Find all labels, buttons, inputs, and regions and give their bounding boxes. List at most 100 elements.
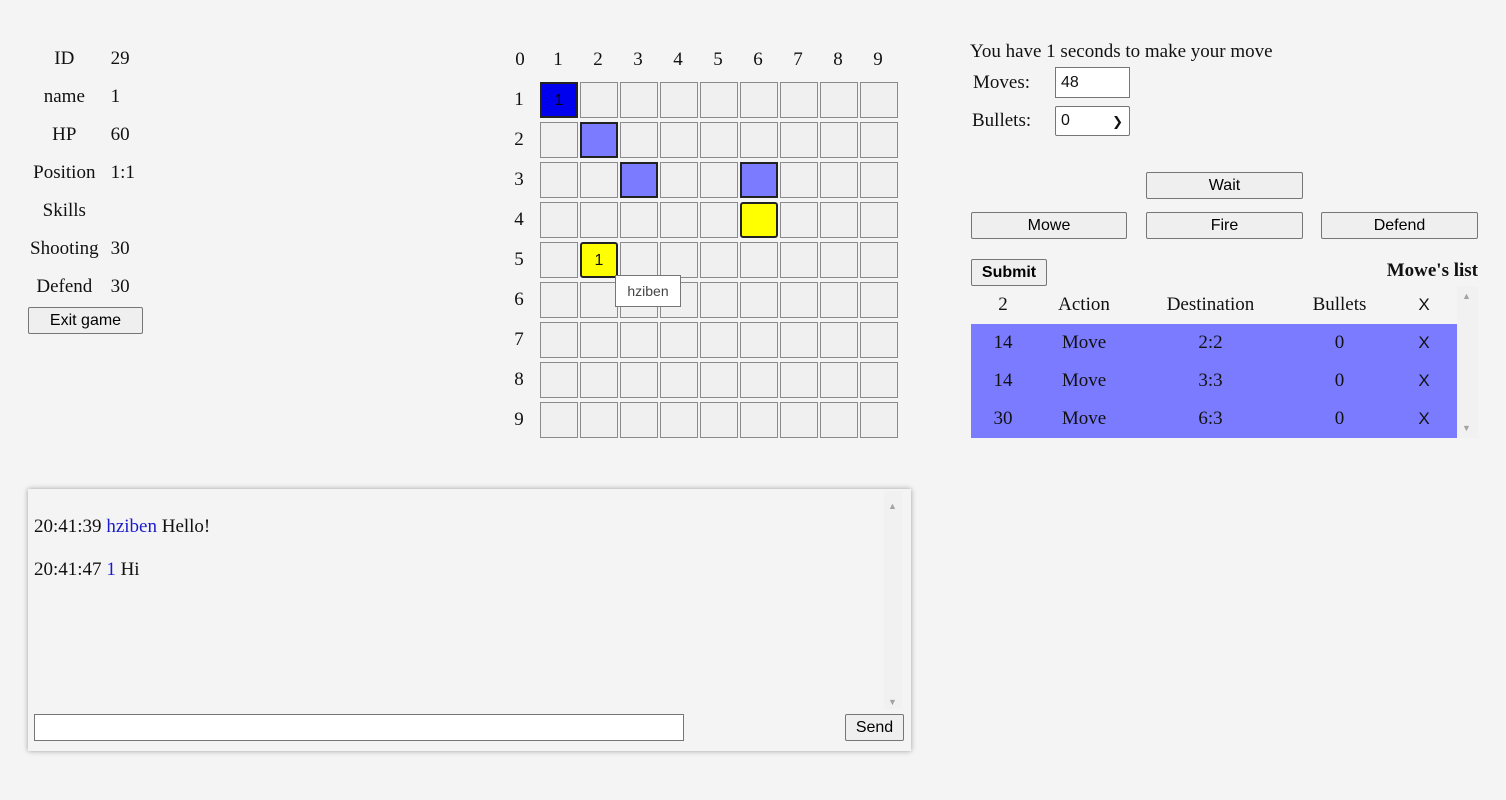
- board-cell[interactable]: [860, 82, 898, 118]
- board-cell[interactable]: [660, 82, 698, 118]
- board-cell[interactable]: [580, 202, 618, 238]
- board-cell[interactable]: [660, 122, 698, 158]
- board-cell[interactable]: [780, 162, 818, 198]
- board-cell[interactable]: [820, 282, 858, 318]
- board-cell[interactable]: [740, 322, 778, 358]
- chat-scrollbar[interactable]: ▲ ▼: [884, 491, 902, 709]
- board-cell[interactable]: [780, 322, 818, 358]
- board-cell[interactable]: [580, 402, 618, 438]
- board-cell[interactable]: [860, 122, 898, 158]
- board-cell[interactable]: [620, 362, 658, 398]
- board-cell-self[interactable]: 1: [540, 82, 578, 118]
- send-button[interactable]: Send: [845, 714, 904, 741]
- board-cell[interactable]: [580, 362, 618, 398]
- board-cell[interactable]: [620, 122, 658, 158]
- board-cell[interactable]: [540, 162, 578, 198]
- board-cell[interactable]: [620, 242, 658, 278]
- defend-button[interactable]: Defend: [1321, 212, 1478, 239]
- board-cell[interactable]: [700, 402, 738, 438]
- move-button[interactable]: Mowe: [971, 212, 1127, 239]
- board-cell[interactable]: [580, 82, 618, 118]
- board-cell[interactable]: [700, 202, 738, 238]
- board-cell[interactable]: [620, 402, 658, 438]
- board-cell[interactable]: [660, 362, 698, 398]
- board-cell[interactable]: [860, 402, 898, 438]
- board-cell[interactable]: [860, 242, 898, 278]
- board-cell-enemy[interactable]: 1: [580, 242, 618, 278]
- clear-all-button[interactable]: X: [1391, 286, 1457, 324]
- board-cell[interactable]: [620, 202, 658, 238]
- board-cell-path[interactable]: [580, 122, 618, 158]
- board-cell[interactable]: [780, 242, 818, 278]
- board-cell[interactable]: [540, 282, 578, 318]
- board-cell[interactable]: [580, 162, 618, 198]
- board-cell[interactable]: [860, 202, 898, 238]
- board-cell[interactable]: [780, 82, 818, 118]
- board-cell-path[interactable]: [740, 162, 778, 198]
- board-cell[interactable]: [540, 122, 578, 158]
- board-cell[interactable]: [820, 162, 858, 198]
- scroll-down-icon[interactable]: ▼: [1462, 423, 1471, 433]
- scroll-up-icon[interactable]: ▲: [888, 501, 897, 511]
- board-cell[interactable]: [540, 202, 578, 238]
- board-cell[interactable]: [700, 282, 738, 318]
- board-cell[interactable]: [540, 362, 578, 398]
- board-cell[interactable]: [740, 362, 778, 398]
- board-cell[interactable]: [820, 82, 858, 118]
- board-cell[interactable]: [540, 322, 578, 358]
- board-cell[interactable]: [700, 162, 738, 198]
- remove-move-button[interactable]: X: [1391, 362, 1457, 400]
- board-cell[interactable]: [740, 82, 778, 118]
- board-cell-enemy[interactable]: [740, 202, 778, 238]
- board-cell[interactable]: [820, 202, 858, 238]
- board-cell[interactable]: [540, 242, 578, 278]
- board-cell-path[interactable]: [620, 162, 658, 198]
- scroll-down-icon[interactable]: ▼: [888, 697, 897, 707]
- board-cell[interactable]: [780, 402, 818, 438]
- submit-button[interactable]: Submit: [971, 259, 1047, 286]
- board-cell[interactable]: [660, 242, 698, 278]
- moves-input[interactable]: 48: [1055, 67, 1130, 98]
- remove-move-button[interactable]: X: [1391, 324, 1457, 362]
- board-cell[interactable]: [780, 202, 818, 238]
- board-cell[interactable]: [660, 162, 698, 198]
- board-cell[interactable]: [660, 202, 698, 238]
- board-cell[interactable]: [700, 122, 738, 158]
- board-cell[interactable]: [700, 242, 738, 278]
- wait-button[interactable]: Wait: [1146, 172, 1303, 199]
- board-cell[interactable]: [580, 282, 618, 318]
- board-cell[interactable]: [700, 82, 738, 118]
- board-cell[interactable]: [540, 402, 578, 438]
- message-user[interactable]: 1: [106, 559, 116, 580]
- board-cell[interactable]: [820, 362, 858, 398]
- chat-input[interactable]: [34, 714, 684, 741]
- board-cell[interactable]: [860, 362, 898, 398]
- fire-button[interactable]: Fire: [1146, 212, 1303, 239]
- board-cell[interactable]: [700, 362, 738, 398]
- board-cell[interactable]: [860, 282, 898, 318]
- remove-move-button[interactable]: X: [1391, 400, 1457, 438]
- board-cell[interactable]: [740, 122, 778, 158]
- board-cell[interactable]: [860, 322, 898, 358]
- board-cell[interactable]: [740, 242, 778, 278]
- board-cell[interactable]: [820, 122, 858, 158]
- board-cell[interactable]: [860, 162, 898, 198]
- bullets-select[interactable]: 0 ❯: [1055, 106, 1130, 136]
- board-cell[interactable]: [700, 322, 738, 358]
- board-cell[interactable]: [660, 322, 698, 358]
- message-user[interactable]: hziben: [106, 516, 157, 537]
- scroll-up-icon[interactable]: ▲: [1462, 291, 1471, 301]
- board-cell[interactable]: [780, 282, 818, 318]
- board-cell[interactable]: [660, 402, 698, 438]
- board-cell[interactable]: [820, 402, 858, 438]
- board-cell[interactable]: [820, 322, 858, 358]
- exit-game-button[interactable]: Exit game: [28, 307, 143, 334]
- move-list-scrollbar[interactable]: ▲ ▼: [1457, 286, 1478, 438]
- board-cell[interactable]: [780, 122, 818, 158]
- board-cell[interactable]: [620, 322, 658, 358]
- board-cell[interactable]: [580, 322, 618, 358]
- board-cell[interactable]: [740, 402, 778, 438]
- board-cell[interactable]: [620, 82, 658, 118]
- board-cell[interactable]: [740, 282, 778, 318]
- board-cell[interactable]: [780, 362, 818, 398]
